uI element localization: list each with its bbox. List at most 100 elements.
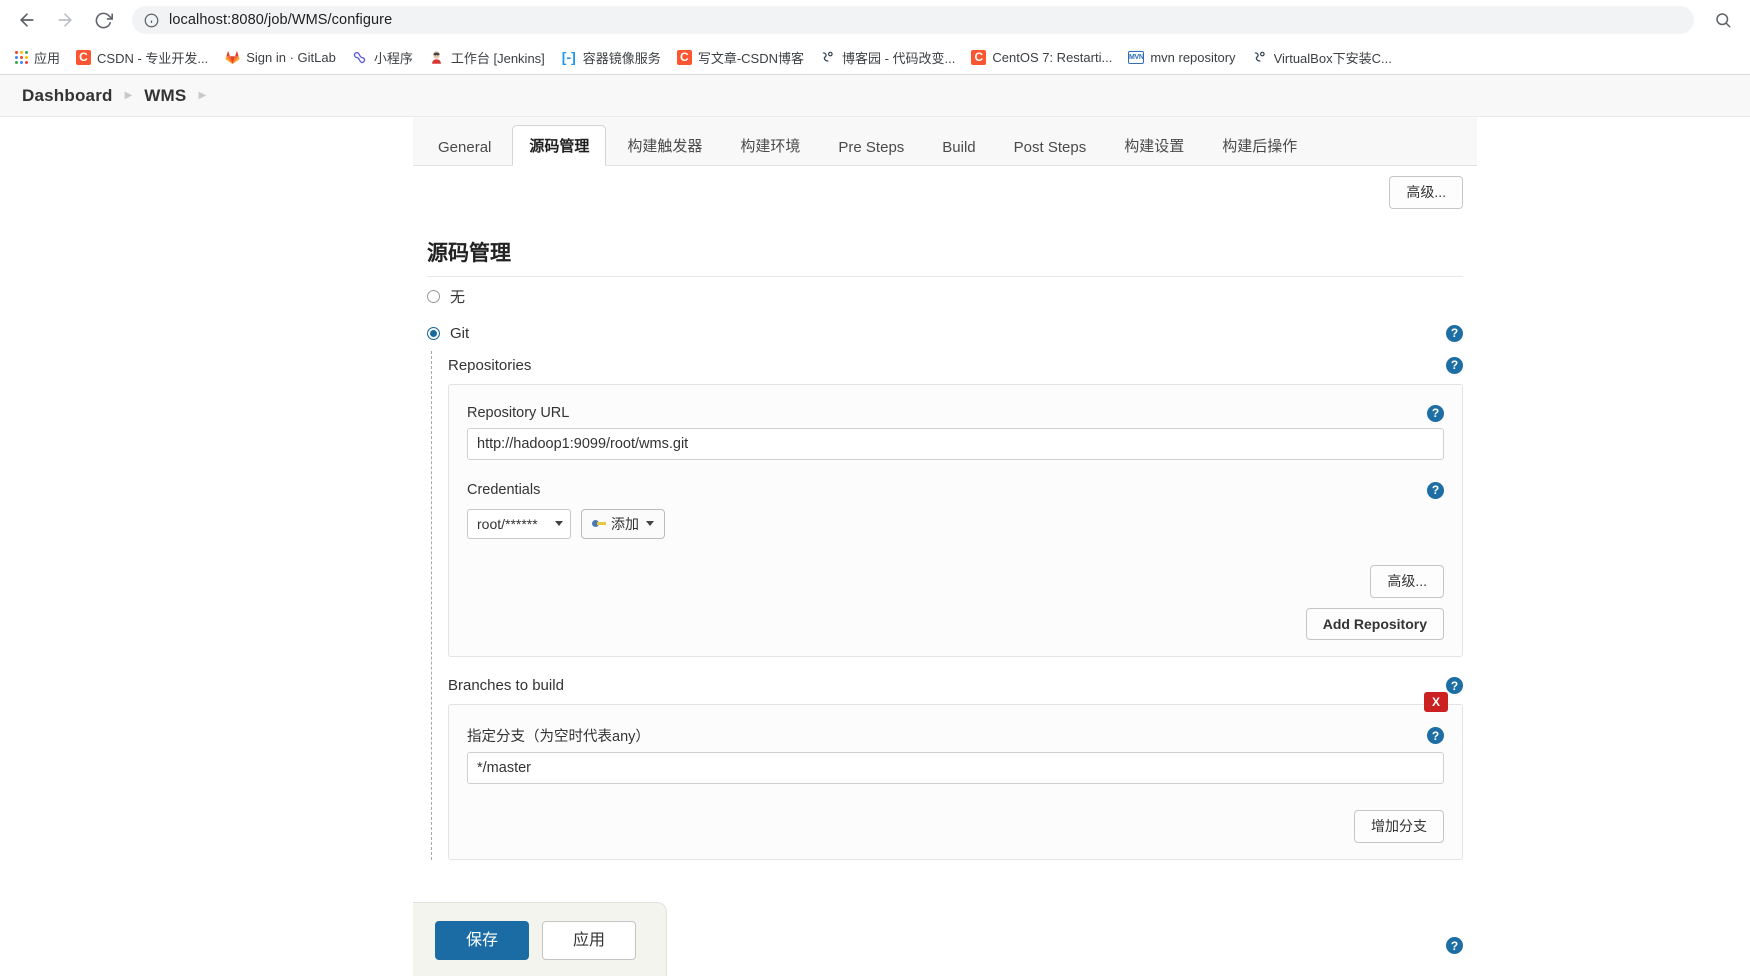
repositories-header: Repositories ?: [448, 351, 1477, 380]
bookmark-label: 容器镜像服务: [582, 50, 661, 66]
tab-build-environment[interactable]: 构建环境: [723, 125, 817, 166]
credentials-controls: root/****** 添加: [467, 508, 1444, 539]
form-footer-bar: 保存 应用: [413, 901, 667, 976]
bookmark-csdn[interactable]: C CSDN - 专业开发...: [69, 44, 215, 71]
branch-spec-label: 指定分支（为空时代表any）: [467, 729, 650, 746]
tab-scm[interactable]: 源码管理: [512, 125, 607, 166]
repository-box: Repository URL ? Credentials ? root/****…: [448, 383, 1463, 658]
bookmark-label: CSDN - 专业开发...: [97, 50, 209, 66]
help-icon-repository-url[interactable]: ?: [1427, 404, 1444, 422]
radio-none[interactable]: [427, 289, 440, 303]
forward-arrow-icon[interactable]: [48, 3, 82, 37]
help-icon-branches[interactable]: ?: [1446, 677, 1463, 695]
page-title: 源码管理: [427, 215, 1463, 277]
configure-panel: General 源码管理 构建触发器 构建环境 Pre Steps Build …: [413, 117, 1477, 976]
repository-url-header: Repository URL ?: [467, 399, 1444, 428]
advanced-button-repo[interactable]: 高级...: [1370, 564, 1444, 598]
add-repository-row: Add Repository: [467, 598, 1444, 641]
help-icon-repositories[interactable]: ?: [1446, 356, 1463, 374]
bookmark-centos[interactable]: C CentOS 7: Restarti...: [964, 46, 1119, 69]
credentials-header: Credentials ?: [467, 476, 1444, 505]
credentials-label: Credentials: [467, 482, 541, 499]
git-settings-group: Repositories ? Repository URL ? Credenti…: [431, 350, 1477, 861]
mvn-icon: MVN: [1128, 50, 1145, 64]
tab-general[interactable]: General: [421, 129, 508, 166]
branch-spec-input[interactable]: [467, 752, 1444, 785]
csdn-icon: C: [676, 49, 692, 65]
branch-box: X 指定分支（为空时代表any） ? 增加分支: [448, 692, 1463, 861]
repository-url-label: Repository URL: [467, 405, 570, 422]
chevron-down-icon: [555, 521, 563, 527]
cnblogs-icon: [820, 49, 836, 65]
chevron-right-icon: ▶: [124, 90, 133, 101]
search-icon[interactable]: [1706, 3, 1740, 37]
repository-url-input[interactable]: [467, 427, 1444, 460]
save-button[interactable]: 保存: [435, 920, 530, 960]
bookmark-label: 工作台 [Jenkins]: [450, 50, 545, 66]
browser-chrome: localhost:8080/job/WMS/configure 应用 C CS…: [0, 0, 1750, 75]
chevron-right-icon: ▶: [198, 90, 207, 101]
back-arrow-icon[interactable]: [10, 3, 44, 37]
bookmark-label: 小程序: [373, 50, 413, 66]
breadcrumb-item-wms[interactable]: WMS: [144, 86, 186, 106]
site-info-icon[interactable]: [144, 13, 159, 28]
add-credentials-label: 添加: [611, 515, 639, 532]
delete-branch-button[interactable]: X: [1423, 692, 1448, 713]
tab-build-triggers[interactable]: 构建触发器: [610, 125, 719, 166]
add-credentials-button[interactable]: 添加: [581, 508, 665, 539]
scm-option-none-label: 无: [450, 288, 466, 306]
credentials-select[interactable]: root/******: [467, 508, 571, 539]
help-icon-git[interactable]: ?: [1446, 324, 1463, 342]
page-content: General 源码管理 构建触发器 构建环境 Pre Steps Build …: [0, 117, 1750, 976]
help-icon-branch-spec[interactable]: ?: [1427, 727, 1444, 745]
top-advanced-row: 高级...: [413, 166, 1477, 215]
branch-spec-header: 指定分支（为空时代表any） ?: [467, 719, 1444, 752]
bookmark-label: mvn repository: [1150, 49, 1236, 65]
scm-option-git-label: Git: [450, 324, 470, 342]
credentials-select-value: root/******: [477, 515, 538, 532]
bookmark-virtualbox[interactable]: VirtualBox下安装C...: [1245, 44, 1399, 71]
tab-build[interactable]: Build: [925, 129, 992, 166]
reload-icon[interactable]: [86, 3, 120, 37]
advanced-button-top[interactable]: 高级...: [1389, 176, 1463, 209]
bookmark-mvn-repository[interactable]: MVN mvn repository: [1121, 46, 1242, 69]
apply-button[interactable]: 应用: [542, 920, 637, 960]
bookmark-jenkins[interactable]: 工作台 [Jenkins]: [422, 44, 552, 71]
radio-git[interactable]: [427, 326, 440, 340]
bookmark-apps[interactable]: 应用: [8, 44, 67, 71]
repositories-label: Repositories: [448, 356, 532, 374]
gitlab-fox-icon: [224, 49, 240, 65]
csdn-icon: C: [971, 49, 987, 65]
bookmark-cnblogs[interactable]: 博客园 - 代码改变...: [813, 44, 962, 71]
tab-build-settings[interactable]: 构建设置: [1107, 125, 1201, 166]
caret-down-icon: [646, 521, 654, 527]
scm-option-git[interactable]: Git ?: [413, 316, 1477, 351]
breadcrumb-item-dashboard[interactable]: Dashboard: [22, 86, 113, 106]
branches-label: Branches to build: [448, 677, 564, 695]
tab-pre-steps[interactable]: Pre Steps: [821, 129, 921, 166]
jenkins-page: Dashboard ▶ WMS ▶ General 源码管理 构建触发器 构建环…: [0, 75, 1750, 976]
address-bar-text: localhost:8080/job/WMS/configure: [169, 12, 393, 28]
bookmarks-bar: 应用 C CSDN - 专业开发... Sign in · GitLab 小程序…: [0, 40, 1750, 74]
bookmark-miniprogram[interactable]: 小程序: [345, 44, 420, 71]
key-icon: [592, 519, 606, 529]
jenkins-butler-icon: [429, 49, 445, 65]
bookmark-container-registry[interactable]: [-] 容器镜像服务: [554, 44, 668, 71]
breadcrumb: Dashboard ▶ WMS ▶: [0, 75, 1750, 117]
bookmark-label: CentOS 7: Restarti...: [992, 49, 1113, 65]
help-icon-credentials[interactable]: ?: [1427, 481, 1444, 499]
bookmark-csdn-write[interactable]: C 写文章-CSDN博客: [670, 44, 811, 71]
help-icon-bottom[interactable]: ?: [1446, 937, 1463, 954]
csdn-icon: C: [76, 49, 92, 65]
add-repository-button[interactable]: Add Repository: [1305, 607, 1444, 641]
scm-form: 高级... 源码管理 无 Git ? Repositories ? Reposi…: [413, 166, 1477, 976]
address-bar[interactable]: localhost:8080/job/WMS/configure: [132, 6, 1694, 34]
cnblogs-icon: [1252, 49, 1268, 65]
scm-option-none[interactable]: 无: [413, 277, 1477, 316]
add-branch-button[interactable]: 增加分支: [1354, 810, 1444, 844]
tab-post-steps[interactable]: Post Steps: [997, 129, 1104, 166]
tab-post-build-actions[interactable]: 构建后操作: [1205, 125, 1314, 166]
bookmark-label: 应用: [34, 50, 61, 66]
bookmark-gitlab[interactable]: Sign in · GitLab: [217, 45, 343, 69]
branches-header: Branches to build ?: [448, 671, 1477, 700]
